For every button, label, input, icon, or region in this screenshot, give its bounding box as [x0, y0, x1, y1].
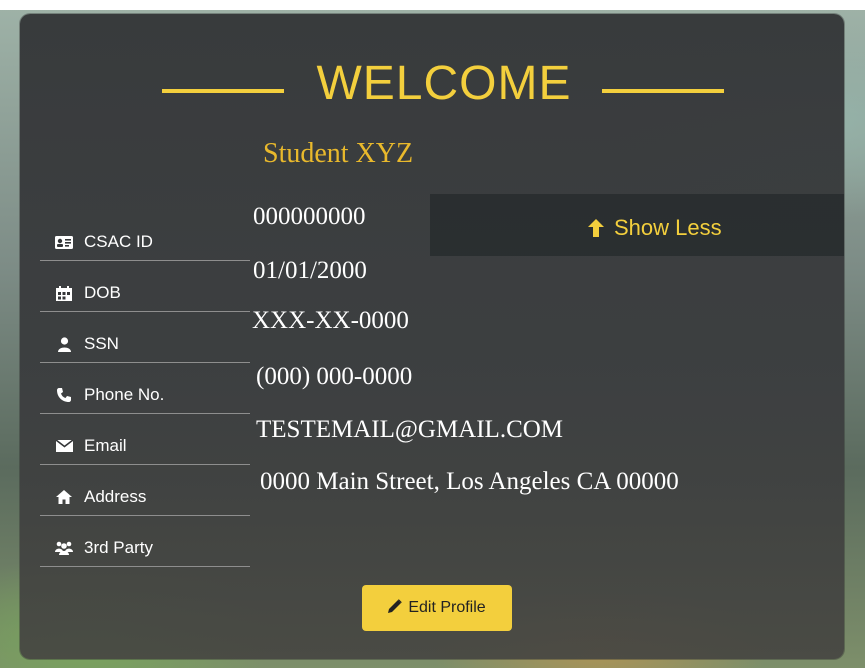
ssn-value: XXX-XX-0000	[252, 307, 409, 334]
address-value: 0000 Main Street, Los Angeles CA 00000	[260, 468, 679, 495]
pencil-icon	[388, 598, 403, 618]
phone-value: (000) 000-0000	[256, 363, 413, 390]
edit-profile-button[interactable]: Edit Profile	[362, 585, 512, 631]
field-label-address: Address	[40, 465, 250, 516]
page-backdrop-top	[0, 0, 865, 10]
edit-profile-label: Edit Profile	[408, 599, 486, 616]
title-rule-left	[162, 89, 284, 93]
group-icon	[54, 540, 74, 556]
email-value: TESTEMAIL@GMAIL.COM	[256, 416, 564, 443]
field-label-3rd-party: 3rd Party	[40, 516, 250, 567]
phone-icon	[54, 387, 74, 403]
welcome-header: WELCOME	[140, 56, 740, 126]
profile-card: WELCOME Student XYZ Show Less CSAC ID DO…	[20, 14, 844, 659]
csac-id-value: 000000000	[253, 203, 366, 230]
field-label-text: Address	[84, 487, 147, 506]
field-label-text: 3rd Party	[84, 538, 153, 557]
profile-field-labels: CSAC ID DOB SSN Phone No. Email Address …	[40, 210, 250, 567]
field-label-text: Email	[84, 436, 127, 455]
page-title: WELCOME	[316, 57, 572, 110]
field-label-dob: DOB	[40, 261, 250, 312]
field-label-email: Email	[40, 414, 250, 465]
field-label-csac-id: CSAC ID	[40, 210, 250, 261]
dob-value: 01/01/2000	[253, 257, 367, 284]
user-icon	[54, 336, 74, 352]
show-less-toggle[interactable]: Show Less	[588, 215, 722, 241]
id-card-icon	[54, 234, 74, 250]
field-label-text: DOB	[84, 283, 121, 302]
field-label-text: Phone No.	[84, 385, 165, 404]
field-label-text: SSN	[84, 334, 119, 353]
envelope-icon	[54, 438, 74, 454]
field-label-phone: Phone No.	[40, 363, 250, 414]
arrow-up-icon	[588, 219, 604, 237]
field-label-text: CSAC ID	[84, 232, 153, 251]
student-name: Student XYZ	[263, 138, 414, 169]
field-label-ssn: SSN	[40, 312, 250, 363]
calendar-icon	[54, 285, 74, 301]
home-icon	[54, 489, 74, 505]
title-rule-right	[602, 89, 724, 93]
show-less-label: Show Less	[614, 215, 722, 240]
